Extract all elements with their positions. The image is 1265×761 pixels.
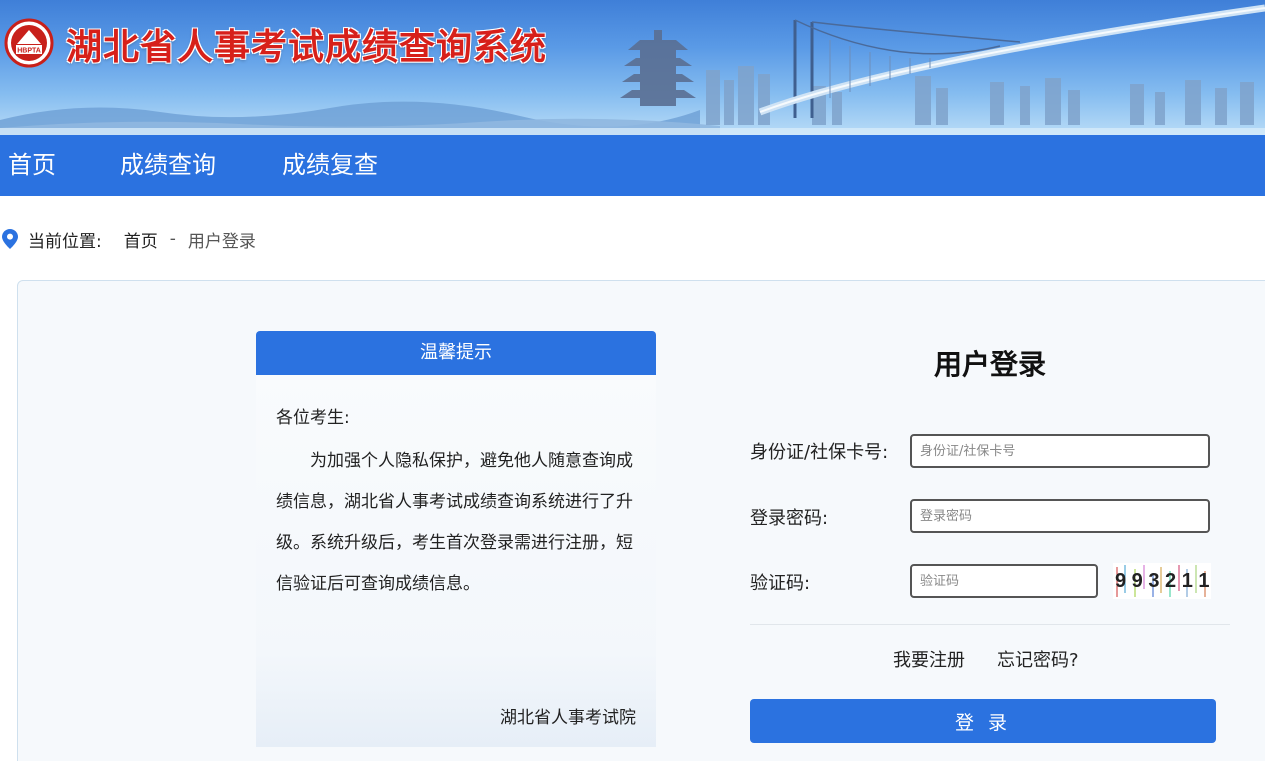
id-number-label: 身份证/社保卡号: (750, 442, 889, 463)
forgot-password-link[interactable]: 忘记密码? (997, 646, 1079, 672)
captcha-input[interactable] (910, 564, 1098, 598)
nav-item-score-review[interactable]: 成绩复查 (282, 135, 378, 196)
notice-text: 为加强个人隐私保护，避免他人随意查询成绩信息，湖北省人事考试成绩查询系统进行了升… (276, 451, 633, 594)
notice-greeting: 各位考生: (276, 408, 350, 428)
captcha-label: 验证码: (750, 573, 811, 594)
main-nav: 首页 成绩查询 成绩复查 (0, 135, 1265, 196)
nav-item-home[interactable]: 首页 (8, 135, 56, 196)
nav-item-score-query[interactable]: 成绩查询 (120, 135, 216, 196)
breadcrumb-label: 当前位置: (28, 231, 102, 252)
location-pin-icon (2, 229, 18, 249)
login-button[interactable]: 登 录 (750, 699, 1216, 743)
hbpta-logo: HBPTA (4, 18, 54, 68)
captcha-text: 9 9 3 2 1 1 (1115, 570, 1210, 592)
notice-title: 温馨提示 (256, 331, 656, 375)
id-number-input[interactable] (910, 434, 1210, 468)
notice-signature: 湖北省人事考试院 (500, 708, 636, 728)
header-banner: HBPTA 湖北省人事考试成绩查询系统 (0, 0, 1265, 135)
notice-body: 各位考生: 为加强个人隐私保护，避免他人随意查询成绩信息，湖北省人事考试成绩查询… (256, 375, 656, 747)
notice-box: 温馨提示 各位考生: 为加强个人隐私保护，避免他人随意查询成绩信息，湖北省人事考… (256, 331, 656, 747)
password-input[interactable] (910, 499, 1210, 533)
form-divider (750, 624, 1230, 625)
captcha-image[interactable]: 9 9 3 2 1 1 (1113, 563, 1211, 599)
svg-text:HBPTA: HBPTA (17, 48, 41, 55)
breadcrumb: 当前位置: 首页 - 用户登录 (2, 226, 256, 252)
site-title: 湖北省人事考试成绩查询系统 (66, 26, 548, 68)
login-title: 用户登录 (933, 348, 1046, 381)
password-label: 登录密码: (750, 508, 829, 529)
breadcrumb-separator: - (169, 229, 176, 249)
breadcrumb-home-link[interactable]: 首页 (124, 227, 158, 252)
breadcrumb-current: 用户登录 (187, 231, 256, 252)
register-link[interactable]: 我要注册 (893, 646, 965, 672)
